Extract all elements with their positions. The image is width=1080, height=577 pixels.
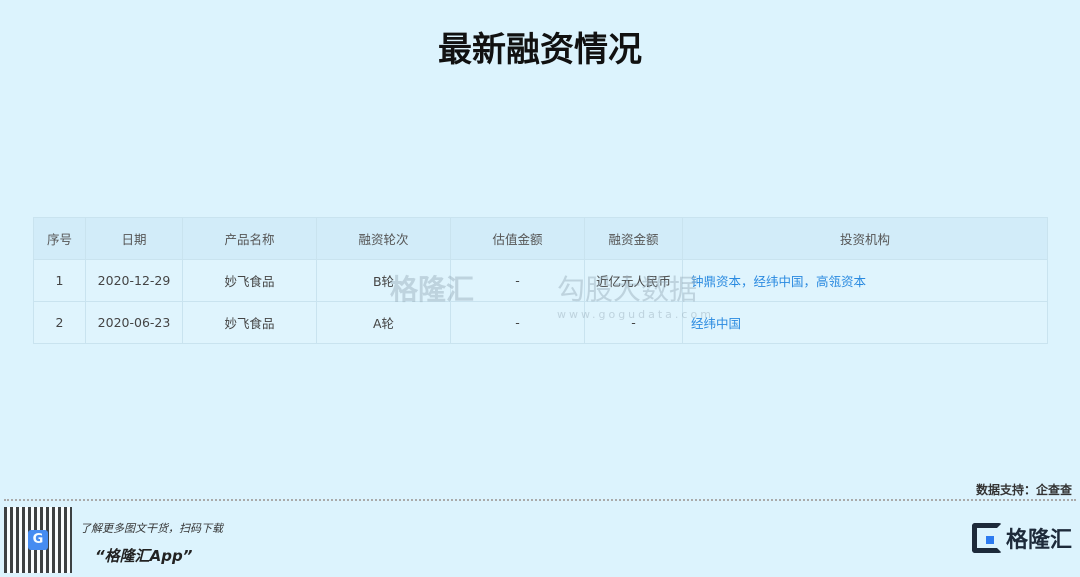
brand-g-icon: [971, 523, 1002, 553]
qr-code: G: [4, 507, 72, 573]
header-investors: 投资机构: [682, 217, 1048, 260]
header-product: 产品名称: [182, 217, 317, 260]
cell-no: 1: [33, 259, 86, 302]
cell-round: A轮: [316, 301, 451, 344]
cell-valuation: -: [450, 259, 585, 302]
cell-product: 妙飞食品: [182, 259, 317, 302]
table-row: 2 2020-06-23 妙飞食品 A轮 - - 经纬中国: [33, 301, 1048, 344]
header-valuation: 估值金额: [450, 217, 585, 260]
cell-investors-link[interactable]: 钟鼎资本，经纬中国，高瓴资本: [682, 259, 1048, 302]
app-name: “格隆汇App”: [95, 547, 193, 565]
cell-amount: 近亿元人民币: [584, 259, 683, 302]
cell-valuation: -: [450, 301, 585, 344]
header-no: 序号: [33, 217, 86, 260]
cell-date: 2020-12-29: [85, 259, 183, 302]
data-source: 数据支持：企查查: [975, 483, 1072, 497]
app-logo-icon: G: [28, 530, 48, 550]
cell-round: B轮: [316, 259, 451, 302]
brand-logo-text: 格隆汇: [1005, 528, 1072, 553]
cell-amount: -: [584, 301, 683, 344]
cell-investors-link[interactable]: 经纬中国: [682, 301, 1048, 344]
brand-logo: 格隆汇: [971, 522, 1072, 554]
cell-no: 2: [33, 301, 86, 344]
page-title: 最新融资情况: [438, 30, 642, 70]
cell-date: 2020-06-23: [85, 301, 183, 344]
header-round: 融资轮次: [316, 217, 451, 260]
header-date: 日期: [85, 217, 183, 260]
promo-text: 了解更多图文干货，扫码下载: [80, 522, 223, 535]
table-header-row: 序号 日期 产品名称 融资轮次 估值金额 融资金额 投资机构: [33, 217, 1048, 260]
footer-divider: [4, 499, 1076, 501]
table-row: 1 2020-12-29 妙飞食品 B轮 - 近亿元人民币 钟鼎资本，经纬中国，…: [33, 259, 1048, 302]
cell-product: 妙飞食品: [182, 301, 317, 344]
header-amount: 融资金额: [584, 217, 683, 260]
financing-table: 序号 日期 产品名称 融资轮次 估值金额 融资金额 投资机构 1 2020-12…: [33, 217, 1048, 344]
